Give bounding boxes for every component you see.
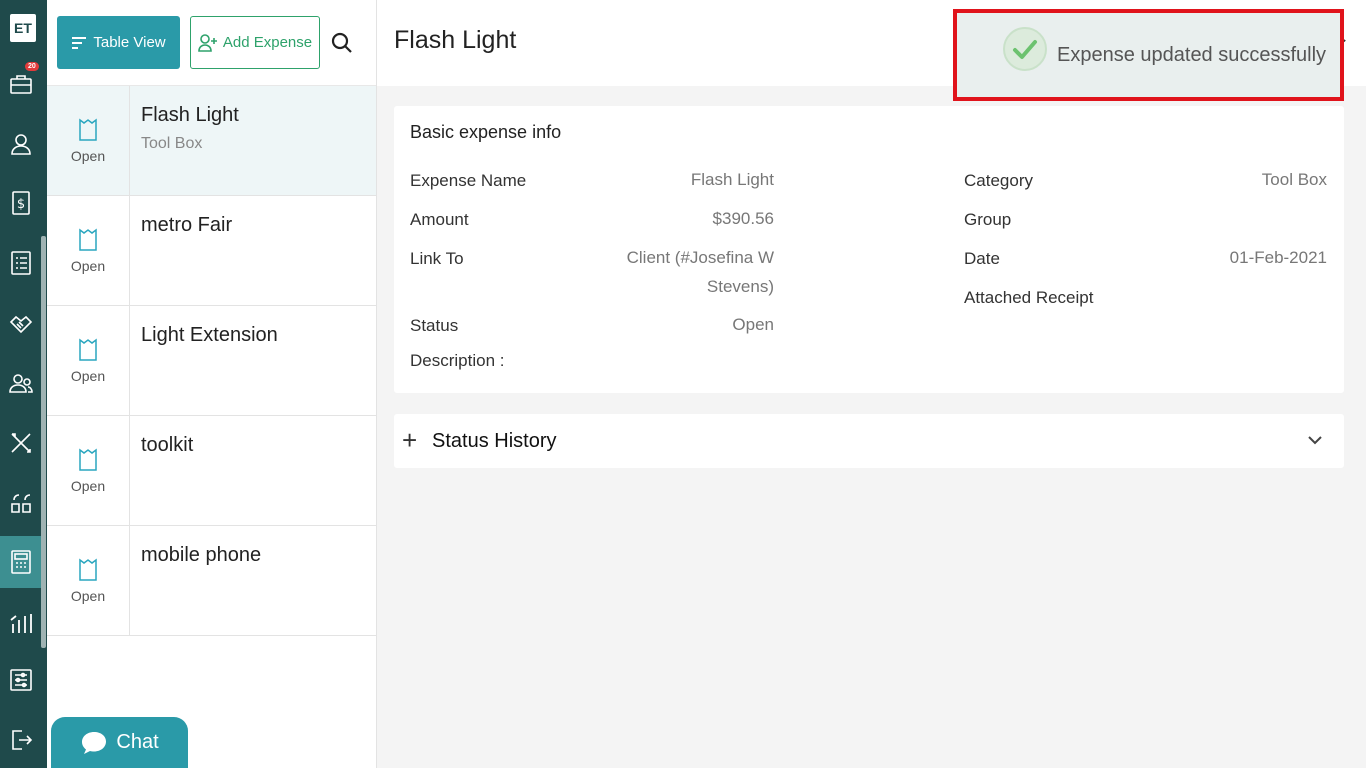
status-value: Open: [732, 315, 774, 334]
search-button[interactable]: [329, 28, 355, 58]
search-icon: [331, 32, 352, 53]
expense-title: Flash Light: [141, 104, 239, 126]
notification-badge: 20: [25, 62, 39, 71]
check-circle-icon: [1003, 27, 1047, 71]
status-history-card[interactable]: + Status History: [394, 414, 1344, 468]
success-toast: Expense updated successfully: [953, 9, 1344, 101]
page-title: Flash Light: [394, 26, 517, 54]
list-item[interactable]: Open mobile phone: [47, 526, 376, 636]
expense-title: toolkit: [141, 434, 194, 456]
receipt-icon: [79, 338, 97, 361]
expense-status: Open: [70, 367, 106, 384]
receipt-icon: [79, 558, 97, 581]
table-view-button[interactable]: Table View: [57, 16, 180, 69]
link-to-value-line2[interactable]: Stevens): [534, 273, 774, 301]
briefcase-icon: [10, 75, 32, 94]
link-to-label: Link To: [410, 249, 464, 268]
expand-plus-icon[interactable]: +: [402, 427, 417, 453]
expense-title: Light Extension: [141, 324, 278, 346]
expense-status: Open: [70, 147, 106, 164]
group-label: Group: [964, 210, 1012, 229]
expense-state: Open: [47, 306, 130, 415]
toast-message: Expense updated successfully: [1057, 44, 1327, 66]
expense-name-value: Flash Light: [690, 170, 774, 189]
status-label: Status: [410, 316, 459, 335]
receipt-icon: [79, 118, 97, 141]
expense-status: Open: [70, 477, 106, 494]
basic-info-heading: Basic expense info: [410, 122, 562, 142]
handshake-icon: [9, 315, 33, 334]
sidebar-item-deals[interactable]: [0, 297, 42, 349]
attached-receipt-label: Attached Receipt: [964, 288, 1094, 307]
list-toolbar: Table View Add Expense: [47, 0, 376, 86]
status-history-heading: Status History: [432, 430, 557, 452]
sidebar-scrollbar[interactable]: [41, 236, 46, 648]
expense-name-label: Expense Name: [410, 171, 527, 190]
app-logo[interactable]: ET: [10, 14, 36, 42]
expense-list-panel: Table View Add Expense Open Flash Light …: [47, 0, 377, 768]
date-label: Date: [964, 249, 1000, 268]
receipt-icon: [79, 228, 97, 251]
category-value: Tool Box: [1261, 170, 1327, 189]
list-icon: [11, 251, 31, 275]
chart-icon: [10, 614, 32, 633]
quote-icon: [11, 494, 31, 513]
table-view-label: Table View: [93, 34, 166, 51]
list-item[interactable]: Open Light Extension: [47, 306, 376, 416]
expense-detail: Flash Light Basic expense info Expense N…: [377, 0, 1366, 768]
amount-label: Amount: [410, 210, 469, 229]
link-to-value-line1[interactable]: Client (#Josefina W: [534, 244, 774, 272]
chat-bubble-icon: [82, 731, 107, 754]
description-label: Description :: [410, 351, 505, 370]
sidebar-item-settings[interactable]: [0, 654, 42, 706]
menu-lines-icon: [72, 36, 87, 49]
sidebar-item-logout[interactable]: [0, 714, 42, 766]
sidebar-item-reports[interactable]: [0, 597, 42, 649]
sidebar-item-invoices[interactable]: [0, 237, 42, 289]
receipt-icon: [79, 448, 97, 471]
settings-sliders-icon: [10, 669, 32, 691]
chat-label: Chat: [116, 731, 159, 753]
chevron-down-icon[interactable]: [1308, 432, 1322, 450]
calculator-icon: [11, 550, 31, 574]
sidebar-item-team[interactable]: [0, 357, 42, 409]
add-expense-button[interactable]: Add Expense: [190, 16, 320, 69]
users-icon: [9, 374, 33, 393]
expense-status: Open: [70, 587, 106, 604]
user-icon: [11, 134, 31, 155]
basic-info-card: Basic expense info Expense Name Flash Li…: [394, 106, 1344, 393]
list-item[interactable]: Open toolkit: [47, 416, 376, 526]
logout-icon: [12, 730, 33, 750]
date-value: 01-Feb-2021: [1229, 248, 1327, 267]
expense-title: metro Fair: [141, 214, 233, 236]
svg-text:$: $: [17, 197, 25, 212]
sidebar-item-tools[interactable]: [0, 417, 42, 469]
sidebar-item-profile[interactable]: [0, 118, 42, 170]
expense-state: Open: [47, 526, 130, 635]
expense-state: Open: [47, 196, 130, 305]
list-item[interactable]: Open metro Fair: [47, 196, 376, 306]
sidebar-item-quotes[interactable]: [0, 477, 42, 529]
list-item[interactable]: Open Flash Light Tool Box: [47, 86, 376, 196]
amount-value: $390.56: [712, 209, 774, 228]
tools-icon: [11, 433, 31, 453]
expense-state: Open: [47, 416, 130, 525]
add-user-icon: [198, 33, 217, 52]
expense-title: mobile phone: [141, 544, 262, 566]
dollar-icon: $: [12, 191, 30, 215]
chat-button[interactable]: Chat: [51, 717, 188, 768]
add-expense-label: Add Expense: [222, 34, 313, 51]
expense-state: Open: [47, 86, 130, 195]
sidebar-item-expenses[interactable]: [0, 536, 42, 588]
expense-status: Open: [70, 257, 106, 274]
category-label: Category: [964, 171, 1033, 190]
sidebar-item-jobs[interactable]: 20: [0, 58, 42, 110]
sidebar-item-payments[interactable]: $: [0, 177, 42, 229]
icon-sidebar: ET 20 $: [0, 0, 47, 768]
expense-category: Tool Box: [141, 135, 203, 152]
